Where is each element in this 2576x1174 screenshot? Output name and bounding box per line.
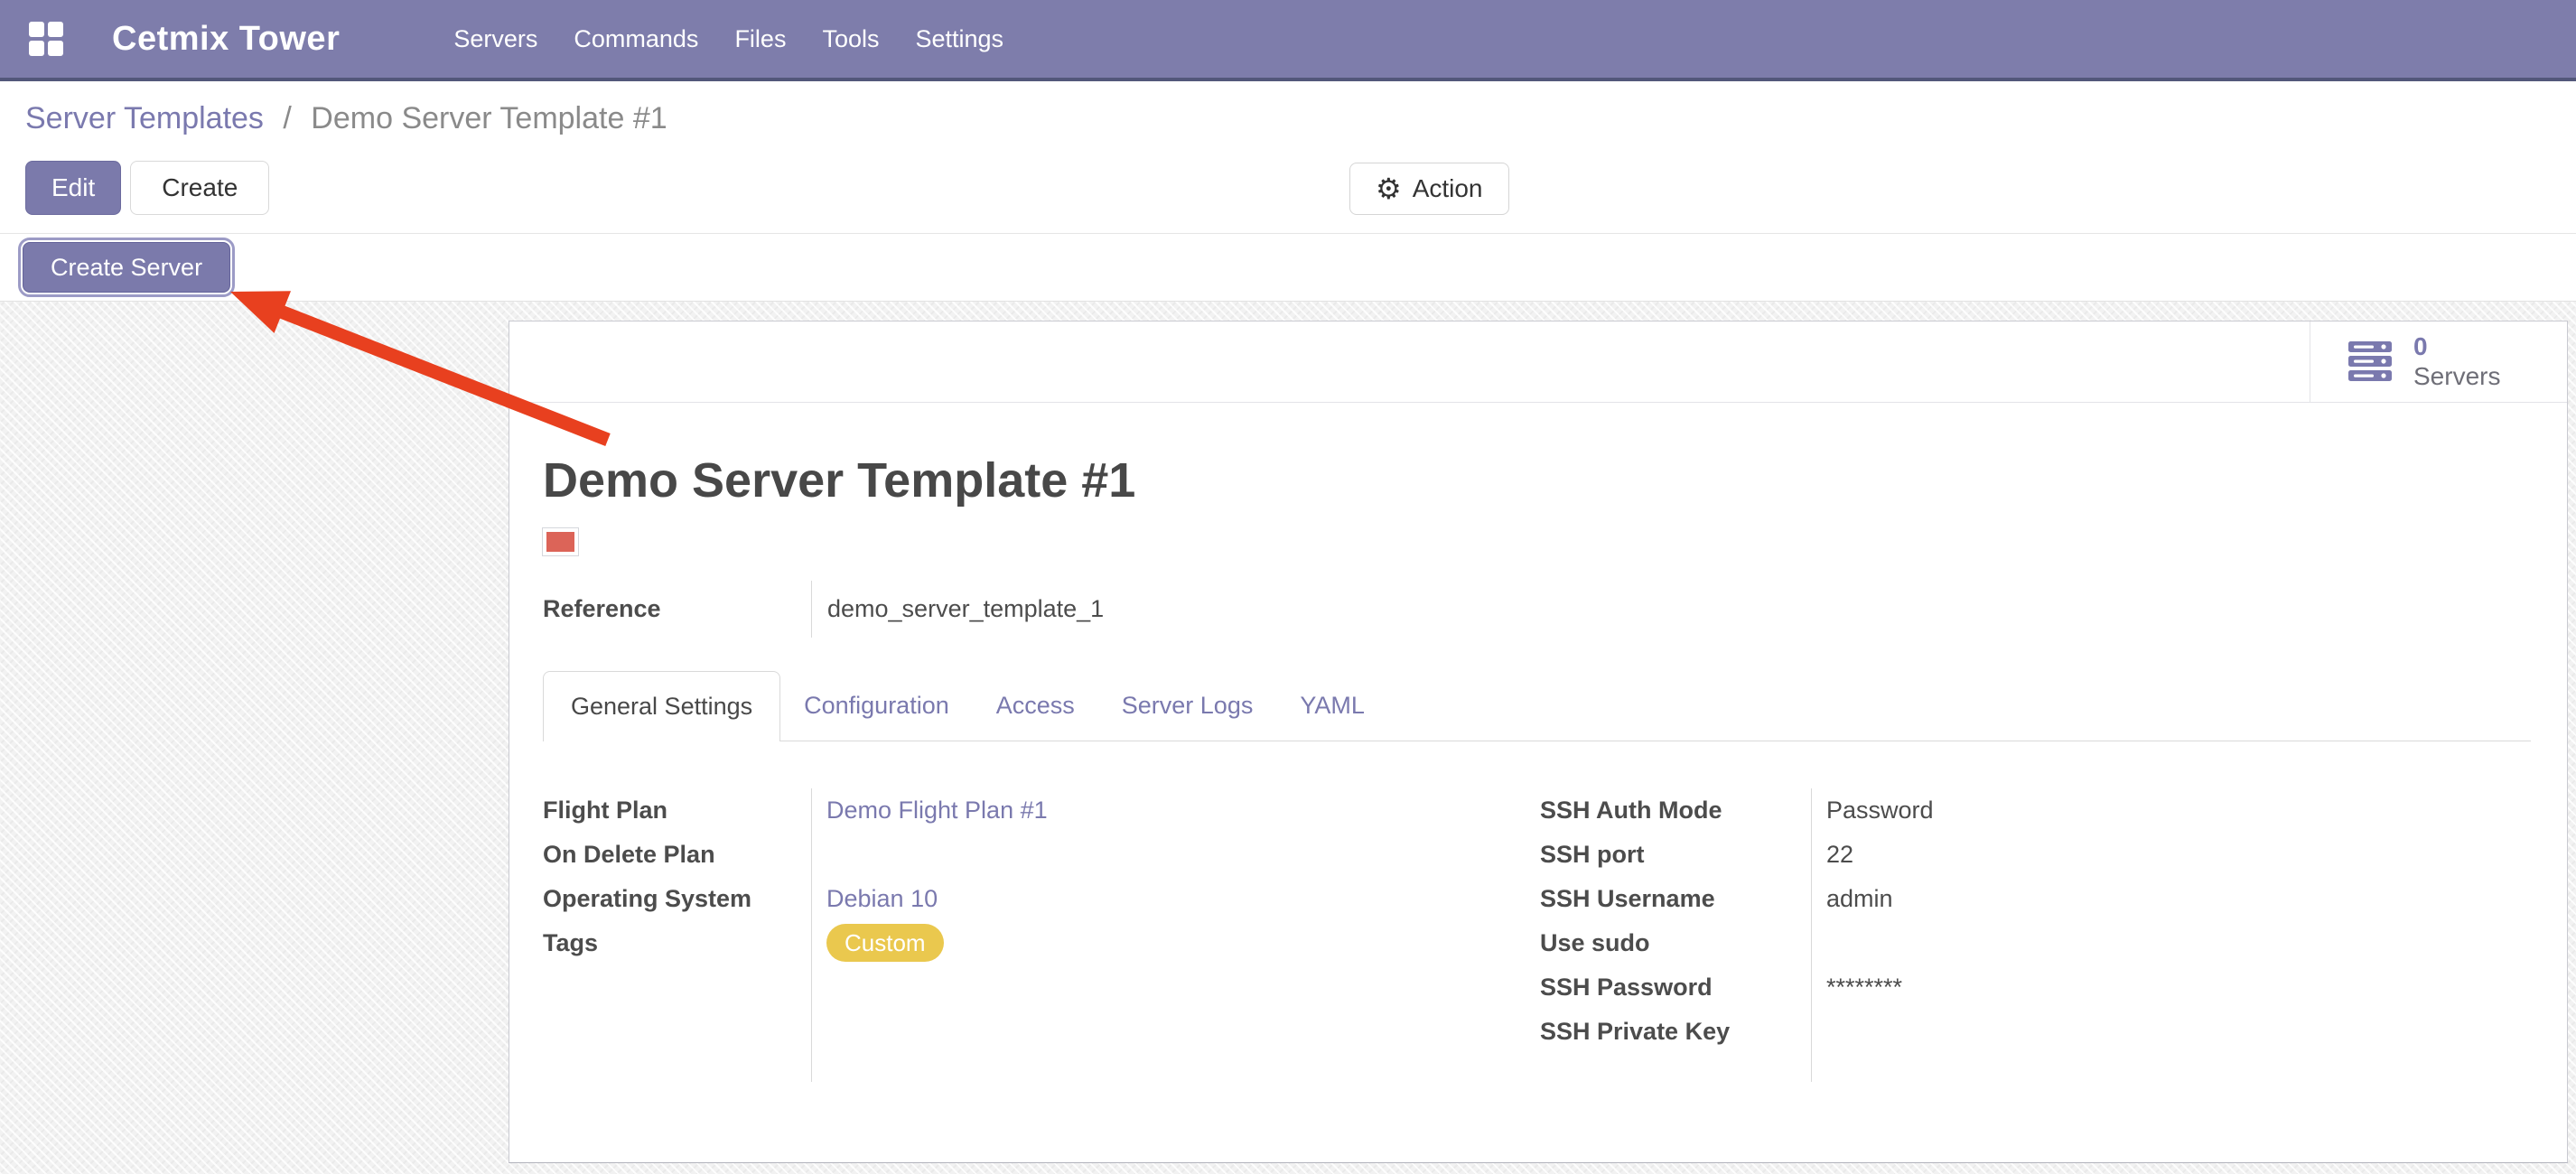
statusbar: Create Server [0,233,2576,302]
tab-access[interactable]: Access [973,671,1098,741]
field-row-use-sudo: Use sudo [1540,921,2531,965]
field-row-operating-system: Operating System Debian 10 [543,877,1540,921]
field-value: ******** [1811,974,1902,1002]
tab-configuration[interactable]: Configuration [780,671,973,741]
servers-count: 0 [2413,332,2500,361]
field-value: 22 [1811,841,1853,869]
nav-item-servers[interactable]: Servers [435,0,555,78]
notebook-tabs: General SettingsConfigurationAccessServe… [543,671,2531,741]
nav-item-tools[interactable]: Tools [804,0,897,78]
field-row-ssh-private-key: SSH Private Key [1540,1010,2531,1054]
button-box: 0 Servers [509,321,2567,403]
breadcrumb-separator: / [283,101,291,135]
field-label: SSH port [1540,841,1811,869]
top-navbar: Cetmix Tower ServersCommandsFilesToolsSe… [0,0,2576,81]
servers-stat-button[interactable]: 0 Servers [2310,321,2567,402]
field-row-ssh-password: SSH Password******** [1540,965,2531,1010]
record-title: Demo Server Template #1 [543,455,2531,507]
main-menu: ServersCommandsFilesToolsSettings [435,0,1022,78]
action-button-label: Action [1413,174,1483,203]
create-button[interactable]: Create [130,161,269,215]
reference-label: Reference [543,581,811,638]
form-sheet: 0 Servers Demo Server Template #1 Refere… [509,321,2568,1163]
field-value-link[interactable]: Debian 10 [826,885,938,912]
field-value: Demo Flight Plan #1 [811,797,1048,825]
nav-item-settings[interactable]: Settings [897,0,1022,78]
field-value: admin [1811,885,1893,913]
field-label: Use sudo [1540,929,1811,957]
field-row-ssh-username: SSH Usernameadmin [1540,877,2531,921]
reference-field-row: Reference demo_server_template_1 [543,581,2531,638]
field-row-flight-plan: Flight Plan Demo Flight Plan #1 [543,788,1540,833]
edit-button[interactable]: Edit [25,161,121,215]
field-label: SSH Username [1540,885,1811,913]
tab-general-settings[interactable]: General Settings [543,671,780,741]
control-panel-buttons: Edit Create [25,161,269,215]
field-label: SSH Private Key [1540,1018,1811,1046]
field-label: SSH Auth Mode [1540,797,1811,825]
field-label: Tags [543,929,811,957]
tag-badge: Custom [826,924,944,962]
field-label: SSH Password [1540,974,1811,1002]
breadcrumb-current: Demo Server Template #1 [311,101,667,135]
nav-item-commands[interactable]: Commands [555,0,716,78]
servers-label: Servers [2413,362,2500,391]
field-value: Custom [811,924,944,962]
tab-content: Flight Plan Demo Flight Plan #1 On Delete … [543,741,2531,1082]
server-stack-icon [2348,341,2395,383]
field-row-ssh-port: SSH port22 [1540,833,2531,877]
gear-icon: ⚙ [1376,174,1402,203]
color-swatch [543,528,578,555]
reference-value: demo_server_template_1 [811,581,1104,638]
app-brand[interactable]: Cetmix Tower [112,20,340,59]
breadcrumb-parent-link[interactable]: Server Templates [25,101,264,135]
tab-server-logs[interactable]: Server Logs [1098,671,1277,741]
sheet-body: Demo Server Template #1 Reference demo_s… [509,455,2567,1082]
tab-yaml[interactable]: YAML [1276,671,1388,741]
field-row-tags: Tags Custom [543,921,1540,965]
field-row-ssh-auth-mode: SSH Auth ModePassword [1540,788,2531,833]
field-group-right: SSH Auth ModePasswordSSH port22SSH Usern… [1540,788,2531,1082]
breadcrumb: Server Templates / Demo Server Template … [25,101,667,136]
field-value: Debian 10 [811,885,938,913]
field-value-link[interactable]: Demo Flight Plan #1 [826,797,1048,824]
apps-menu-icon[interactable] [29,22,63,56]
nav-item-files[interactable]: Files [716,0,804,78]
action-button[interactable]: ⚙ Action [1349,163,1509,215]
field-label: Flight Plan [543,797,811,825]
content-area: 0 Servers Demo Server Template #1 Refere… [0,302,2576,1174]
field-row-on-delete-plan: On Delete Plan [543,833,1540,877]
field-value: Password [1811,797,1934,825]
create-server-button[interactable]: Create Server [23,242,230,293]
field-label: On Delete Plan [543,841,811,869]
field-label: Operating System [543,885,811,913]
servers-stat-text: 0 Servers [2413,332,2500,390]
field-group-left: Flight Plan Demo Flight Plan #1 On Delete … [543,788,1540,1082]
